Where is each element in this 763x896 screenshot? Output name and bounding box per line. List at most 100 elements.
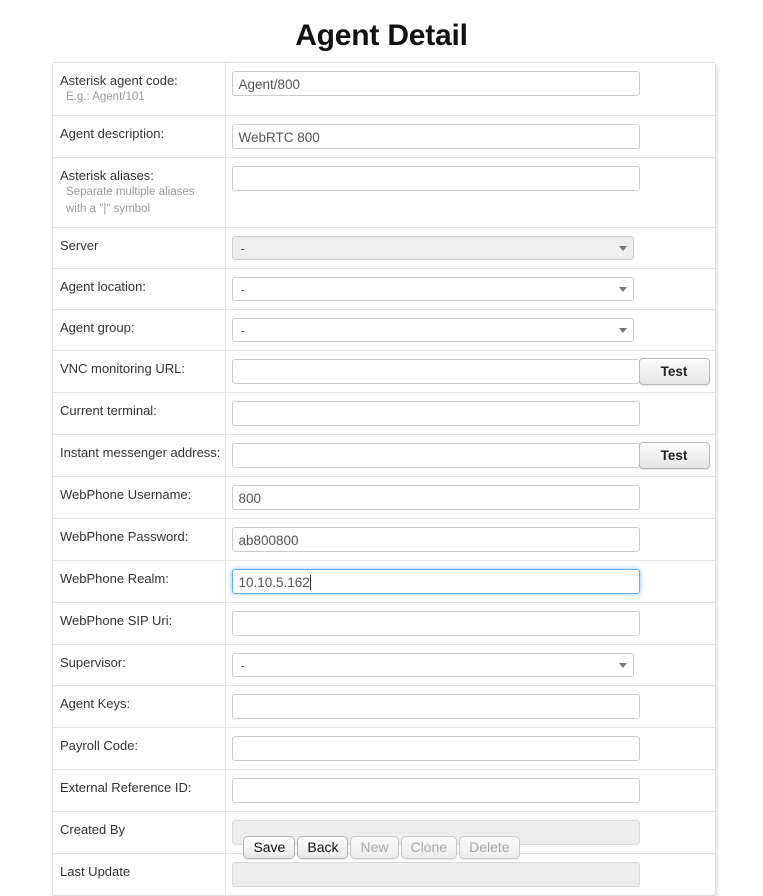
field-input-cell-agent-keys [225, 685, 715, 728]
field-label-cell-external-reference-id: External Reference ID: [53, 769, 226, 812]
field-label: Payroll Code: [60, 738, 139, 753]
select-supervisor[interactable]: - [231, 653, 634, 677]
clone-button: Clone [400, 836, 458, 859]
field-hint: Separate multiple aliases [66, 186, 195, 198]
field-input-cell-webphone-sip-uri [225, 602, 715, 645]
field-hint: with a "|" symbol [66, 203, 151, 215]
page-title: Agent Detail [295, 19, 468, 52]
select-agent-location[interactable]: - [231, 277, 634, 301]
chevron-down-icon [618, 246, 627, 251]
input-external-reference-id[interactable] [231, 778, 640, 803]
field-input-cell-webphone-username: 800 [225, 476, 715, 519]
input-value: ab800800 [238, 533, 299, 548]
field-label: Instant messenger address: [60, 445, 221, 460]
field-input-cell-external-reference-id [225, 769, 715, 812]
agent-detail-form: Asterisk agent code: E.g.: Agent/101 Agent… [52, 62, 716, 896]
field-label-cell-current-terminal: Current terminal: [53, 392, 226, 435]
chevron-down-icon [618, 663, 627, 668]
field-label: WebPhone Username: [60, 487, 192, 502]
field-input-cell-payroll-code [225, 727, 715, 770]
form-row: Agent description: WebRTC 800 [53, 115, 715, 158]
field-input-cell-server: - [225, 227, 715, 269]
select-value: - [240, 323, 245, 338]
field-label-cell-agent-group: Agent group: [53, 309, 226, 351]
save-button[interactable]: Save [243, 836, 296, 859]
field-label-cell-agent-location: Agent location: [53, 268, 226, 310]
form-row: WebPhone SIP Uri: [53, 602, 715, 645]
input-instant-messenger-address[interactable] [231, 443, 640, 468]
input-vnc-monitoring-url[interactable] [231, 359, 640, 384]
input-agent-description[interactable]: WebRTC 800 [231, 124, 640, 149]
form-row: External Reference ID: [53, 769, 715, 812]
form-row: Agent location: - [53, 268, 715, 310]
field-label: Server [60, 238, 99, 253]
field-label: Last Update [60, 864, 131, 879]
field-label: VNC monitoring URL: [60, 361, 185, 376]
select-server: - [231, 236, 634, 260]
field-label: Agent location: [60, 279, 147, 294]
field-label: WebPhone Password: [60, 529, 189, 544]
field-label-cell-payroll-code: Payroll Code: [53, 727, 226, 770]
field-label: External Reference ID: [60, 780, 192, 795]
test-button-instant-messenger-address[interactable]: Test [638, 442, 710, 469]
field-label: WebPhone SIP Uri: [60, 613, 173, 628]
select-value: - [240, 282, 245, 297]
delete-button: Delete [459, 836, 520, 859]
action-button-bar: Save Back New Clone Delete [0, 836, 763, 859]
input-asterisk-aliases[interactable] [231, 166, 640, 191]
input-value: 10.10.5.162 [238, 575, 310, 590]
input-payroll-code[interactable] [231, 736, 640, 761]
test-button-vnc-monitoring-url[interactable]: Test [638, 358, 710, 385]
field-label-cell-webphone-sip-uri: WebPhone SIP Uri: [53, 602, 226, 645]
input-value: Agent/800 [238, 77, 301, 92]
field-label: Supervisor: [60, 655, 126, 670]
field-label-cell-server: Server [53, 227, 226, 269]
field-label-cell-vnc-monitoring-url: VNC monitoring URL: [53, 350, 226, 393]
field-label-cell-agent-keys: Agent Keys: [53, 685, 226, 728]
input-current-terminal[interactable] [231, 401, 640, 426]
field-input-cell-agent-description: WebRTC 800 [225, 115, 715, 158]
field-label-cell-asterisk-agent-code: Asterisk agent code: E.g.: Agent/101 [53, 63, 226, 116]
field-label: Asterisk agent code: [60, 73, 178, 88]
form-row: WebPhone Password: ab800800 [53, 518, 715, 561]
field-label: Asterisk aliases: [60, 168, 154, 183]
form-row: Agent Keys: [53, 685, 715, 728]
input-agent-keys[interactable] [231, 694, 640, 719]
input-webphone-realm[interactable]: 10.10.5.162 [231, 569, 640, 594]
back-button[interactable]: Back [297, 836, 349, 859]
field-input-cell-supervisor: - [225, 644, 715, 686]
input-value: WebRTC 800 [238, 130, 320, 145]
agent-detail-rows: Asterisk agent code: E.g.: Agent/101 Agent… [53, 63, 715, 895]
field-label-cell-last-update: Last Update [53, 853, 226, 895]
field-label-cell-agent-description: Agent description: [53, 115, 226, 158]
input-webphone-password[interactable]: ab800800 [231, 527, 640, 552]
field-label: Agent Keys: [60, 696, 131, 711]
field-input-cell-asterisk-agent-code: Agent/800 [225, 63, 715, 116]
chevron-down-icon [618, 287, 627, 292]
field-input-cell-instant-messenger-address: Test [225, 434, 715, 477]
input-asterisk-agent-code[interactable]: Agent/800 [231, 71, 640, 96]
field-label-cell-webphone-password: WebPhone Password: [53, 518, 226, 561]
field-hint: E.g.: Agent/101 [66, 91, 145, 103]
field-input-cell-last-update [225, 853, 715, 895]
form-row: Agent group: - [53, 309, 715, 351]
field-input-cell-webphone-password: ab800800 [225, 518, 715, 561]
field-label-cell-supervisor: Supervisor: [53, 644, 226, 686]
select-value: - [240, 658, 245, 673]
field-input-cell-agent-group: - [225, 309, 715, 351]
select-agent-group[interactable]: - [231, 318, 634, 342]
field-label-cell-instant-messenger-address: Instant messenger address: [53, 434, 226, 477]
input-webphone-username[interactable]: 800 [231, 485, 640, 510]
field-input-cell-vnc-monitoring-url: Test [225, 350, 715, 393]
input-webphone-sip-uri[interactable] [231, 611, 640, 636]
chevron-down-icon [618, 328, 627, 333]
form-row: Instant messenger address: Test [53, 434, 715, 477]
form-row: WebPhone Realm: 10.10.5.162 [53, 560, 715, 603]
field-input-cell-current-terminal [225, 392, 715, 435]
field-input-cell-asterisk-aliases [225, 157, 715, 228]
text-caret [309, 575, 311, 590]
form-row: Payroll Code: [53, 727, 715, 770]
form-row: Asterisk agent code: E.g.: Agent/101 Agent… [53, 63, 715, 116]
field-label-cell-webphone-realm: WebPhone Realm: [53, 560, 226, 603]
select-value: - [240, 241, 245, 256]
